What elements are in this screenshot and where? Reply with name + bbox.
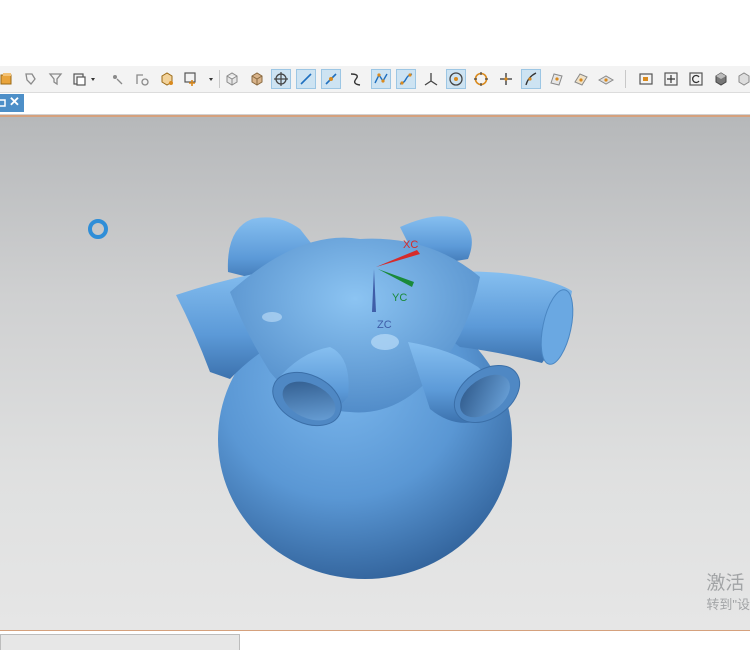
pan-icon[interactable] <box>661 69 681 89</box>
close-tab-icon[interactable]: ✕ <box>9 93 20 111</box>
tab-gear-icon <box>0 99 6 107</box>
render-style-icon[interactable] <box>734 69 750 89</box>
3d-model-view[interactable]: XC YC ZC <box>0 117 750 630</box>
graphics-viewport[interactable]: XC YC ZC 激活 转到"设 <box>0 115 750 630</box>
curve-icon[interactable] <box>346 69 366 89</box>
pick-face-icon[interactable] <box>132 69 152 89</box>
point-on-curve-icon[interactable] <box>521 69 541 89</box>
document-tab[interactable]: ✕ <box>0 94 24 112</box>
x-axis-label: XC <box>403 239 418 251</box>
hub-highlight <box>371 334 399 350</box>
shaded-view-icon[interactable] <box>711 69 731 89</box>
y-axis-label: YC <box>392 292 407 304</box>
arm-highlight <box>262 312 282 322</box>
busy-cursor-icon <box>88 219 108 239</box>
bottom-panel <box>0 630 750 650</box>
activation-watermark: 激活 转到"设 <box>706 572 750 614</box>
center-point-icon[interactable] <box>446 69 466 89</box>
plane-icon[interactable] <box>596 69 616 89</box>
title-area <box>0 0 750 66</box>
bottom-tab[interactable] <box>0 634 240 650</box>
plus-point-icon[interactable] <box>496 69 516 89</box>
selection-filter-icon[interactable] <box>21 69 41 89</box>
pick-point-icon[interactable] <box>107 69 127 89</box>
toolbar-separator <box>625 70 626 88</box>
cube-wire-icon[interactable] <box>222 69 242 89</box>
intersection-icon[interactable] <box>421 69 441 89</box>
main-toolbar <box>0 66 750 93</box>
line-point-icon[interactable] <box>321 69 341 89</box>
watermark-line2: 转到"设 <box>706 597 750 612</box>
part-navigator-icon[interactable] <box>0 69 16 89</box>
z-axis-label: ZC <box>377 319 392 331</box>
watermark-line1: 激活 <box>706 573 745 594</box>
funnel-filter-icon[interactable] <box>46 69 66 89</box>
snap-crosshair-icon[interactable] <box>271 69 291 89</box>
rotate-icon[interactable] <box>686 69 706 89</box>
quadrant-point-icon[interactable] <box>471 69 491 89</box>
polyline-icon[interactable] <box>371 69 391 89</box>
surface-point-icon[interactable] <box>571 69 591 89</box>
document-tab-bar: ✕ <box>0 93 750 115</box>
cube-shaded-icon[interactable] <box>247 69 267 89</box>
show-hide-dropdown-icon[interactable] <box>182 69 216 89</box>
toolbar-separator <box>219 70 220 88</box>
zoom-window-icon[interactable] <box>636 69 656 89</box>
snap-dropdown-icon[interactable] <box>71 69 99 89</box>
point-on-face-icon[interactable] <box>546 69 566 89</box>
spline-icon[interactable] <box>396 69 416 89</box>
box-select-icon[interactable] <box>157 69 177 89</box>
line-icon[interactable] <box>296 69 316 89</box>
